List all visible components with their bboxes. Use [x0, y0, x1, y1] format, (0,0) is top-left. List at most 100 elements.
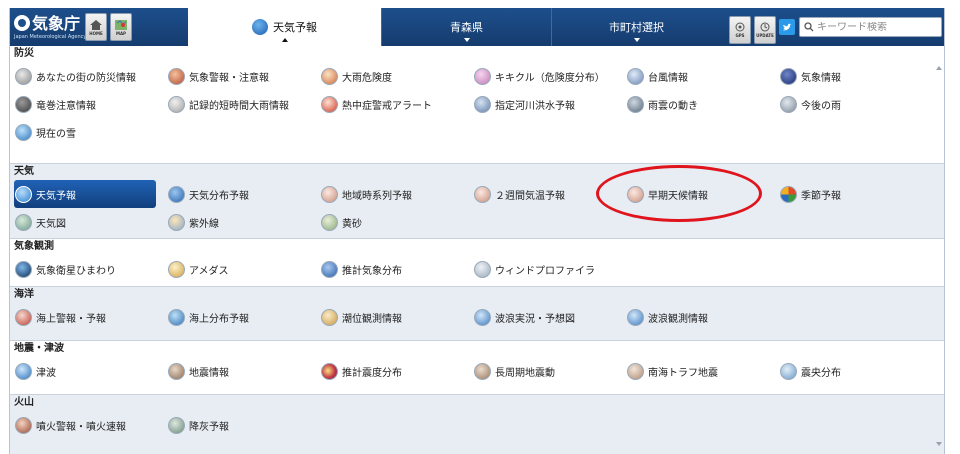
menu-item[interactable]: 竜巻注意情報 — [14, 90, 167, 118]
tab-prefecture-label: 青森県 — [450, 21, 483, 34]
weather-chart-icon — [15, 213, 32, 231]
jma-logo[interactable]: 気象庁 Japan Meteorological Agency — [10, 8, 87, 46]
menu-item[interactable]: キキクル（危険度分布） — [473, 62, 626, 90]
seasonal-forecast-icon — [780, 185, 797, 203]
section-ocean: 海洋 海上警報・予報 海上分布予報 潮位観測情報 波浪実況・予想図 波浪観測情報 — [10, 287, 944, 341]
amedas-icon — [168, 260, 185, 278]
twitter-button[interactable] — [779, 19, 795, 35]
gps-button-label: GPS — [735, 33, 745, 38]
menu-item[interactable]: 紫外線 — [167, 208, 320, 236]
menu-item[interactable]: 推計気象分布 — [320, 255, 473, 283]
heatstroke-icon — [321, 95, 338, 113]
menu-item[interactable]: 黄砂 — [320, 208, 473, 236]
menu-item[interactable]: 降灰予報 — [167, 411, 320, 439]
menu-item[interactable]: 噴火警報・噴火速報 — [14, 411, 167, 439]
tornado-icon — [15, 95, 32, 113]
menu-item[interactable]: 南海トラフ地震 — [626, 357, 779, 385]
menu-item[interactable]: 天気図 — [14, 208, 167, 236]
menu-item[interactable]: ２週間気温予報 — [473, 180, 626, 208]
gps-button[interactable]: GPS — [729, 15, 751, 44]
snow-icon — [15, 123, 32, 141]
yellow-sand-icon — [321, 213, 338, 231]
menu-item[interactable]: あなたの街の防災情報 — [14, 62, 167, 90]
tab-municipality[interactable]: 市町村選択 — [551, 8, 721, 46]
menu-item[interactable]: 波浪観測情報 — [626, 303, 779, 331]
menu-item[interactable]: 熱中症警戒アラート — [320, 90, 473, 118]
menu-content: 防災 あなたの街の防災情報 気象警報・注意報 大雨危険度 キキクル（危険度分布）… — [10, 46, 944, 454]
menu-item-selected[interactable]: 天気予報 — [14, 180, 156, 208]
menu-item[interactable]: 潮位観測情報 — [320, 303, 473, 331]
ashfall-icon — [168, 416, 185, 434]
update-button[interactable]: UPDATE — [754, 15, 776, 44]
section-title: 防災 — [14, 48, 34, 59]
chevron-down-icon — [633, 38, 640, 42]
chevron-down-icon — [463, 38, 470, 42]
future-rain-icon — [780, 95, 797, 113]
menu-item[interactable]: 天気分布予報 — [167, 180, 320, 208]
long-period-icon — [474, 362, 491, 380]
tab-prefecture[interactable]: 青森県 — [381, 8, 551, 46]
menu-item[interactable]: 大雨危険度 — [320, 62, 473, 90]
menu-item[interactable]: 海上警報・予報 — [14, 303, 167, 331]
menu-item[interactable]: 気象警報・注意報 — [167, 62, 320, 90]
seismic-intensity-icon — [321, 362, 338, 380]
header-bar: 気象庁 Japan Meteorological Agency HOME MAP… — [10, 8, 944, 46]
warning-icon — [168, 67, 185, 85]
menu-item[interactable]: 長周期地震動 — [473, 357, 626, 385]
vertical-scrollbar[interactable] — [935, 46, 944, 454]
item-grid: 気象衛星ひまわり アメダス 推計気象分布 ウィンドプロファイラ — [10, 255, 944, 283]
section-title: 天気 — [14, 166, 34, 177]
app-frame: 気象庁 Japan Meteorological Agency HOME MAP… — [9, 8, 945, 454]
jma-logo-icon — [14, 15, 30, 31]
section-earthquake: 地震・津波 津波 地震情報 推計震度分布 長周期地震動 南海トラフ地震 震央分布 — [10, 341, 944, 395]
twitter-icon — [782, 23, 792, 30]
item-grid: 海上警報・予報 海上分布予報 潮位観測情報 波浪実況・予想図 波浪観測情報 — [10, 303, 944, 331]
menu-item[interactable]: 記録的短時間大雨情報 — [167, 90, 320, 118]
tab-forecast[interactable]: 天気予報 — [188, 8, 381, 46]
uv-icon — [168, 213, 185, 231]
epicenter-icon — [780, 362, 797, 380]
menu-item[interactable]: 海上分布予報 — [167, 303, 320, 331]
menu-item[interactable]: 現在の雪 — [14, 118, 167, 146]
home-safety-icon — [15, 67, 32, 85]
menu-item[interactable]: 気象衛星ひまわり — [14, 255, 167, 283]
logo-text: 気象庁 — [32, 13, 81, 33]
menu-item[interactable]: ウィンドプロファイラ — [473, 255, 626, 283]
search-box[interactable] — [799, 17, 942, 37]
update-button-label: UPDATE — [756, 33, 774, 38]
map-button[interactable]: MAP — [110, 13, 132, 41]
search-input[interactable] — [817, 21, 937, 33]
marine-forecast-icon — [168, 308, 185, 326]
tsunami-icon — [15, 362, 32, 380]
menu-item[interactable]: 指定河川洪水予報 — [473, 90, 626, 118]
scroll-down-icon[interactable] — [936, 442, 942, 446]
logo-subtitle: Japan Meteorological Agency — [14, 33, 87, 40]
tab-forecast-label: 天気予報 — [273, 21, 317, 34]
menu-item[interactable]: 気象情報 — [779, 62, 932, 90]
menu-item[interactable]: 津波 — [14, 357, 167, 385]
menu-item[interactable]: アメダス — [167, 255, 320, 283]
rain-cloud-icon — [627, 95, 644, 113]
weather-info-icon — [780, 67, 797, 85]
menu-item-highlighted[interactable]: 早期天候情報 — [626, 180, 779, 208]
section-observation: 気象観測 気象衛星ひまわり アメダス 推計気象分布 ウィンドプロファイラ — [10, 239, 944, 287]
menu-item[interactable]: 雨雲の動き — [626, 90, 779, 118]
menu-item[interactable]: 季節予報 — [779, 180, 932, 208]
menu-item[interactable]: 波浪実況・予想図 — [473, 303, 626, 331]
item-grid: 噴火警報・噴火速報 降灰予報 — [10, 411, 944, 439]
home-button[interactable]: HOME — [85, 13, 107, 41]
flood-forecast-icon — [474, 95, 491, 113]
menu-item[interactable]: 今後の雨 — [779, 90, 932, 118]
gps-icon — [735, 22, 745, 32]
scroll-up-icon[interactable] — [936, 66, 942, 70]
menu-item[interactable]: 台風情報 — [626, 62, 779, 90]
home-button-label: HOME — [89, 30, 103, 36]
section-title: 気象観測 — [14, 241, 54, 252]
menu-item[interactable]: 震央分布 — [779, 357, 932, 385]
item-grid: 津波 地震情報 推計震度分布 長周期地震動 南海トラフ地震 震央分布 — [10, 357, 944, 385]
forecast-map-icon — [168, 185, 185, 203]
menu-item[interactable]: 地震情報 — [167, 357, 320, 385]
update-icon — [760, 22, 770, 32]
menu-item[interactable]: 推計震度分布 — [320, 357, 473, 385]
menu-item[interactable]: 地域時系列予報 — [320, 180, 473, 208]
